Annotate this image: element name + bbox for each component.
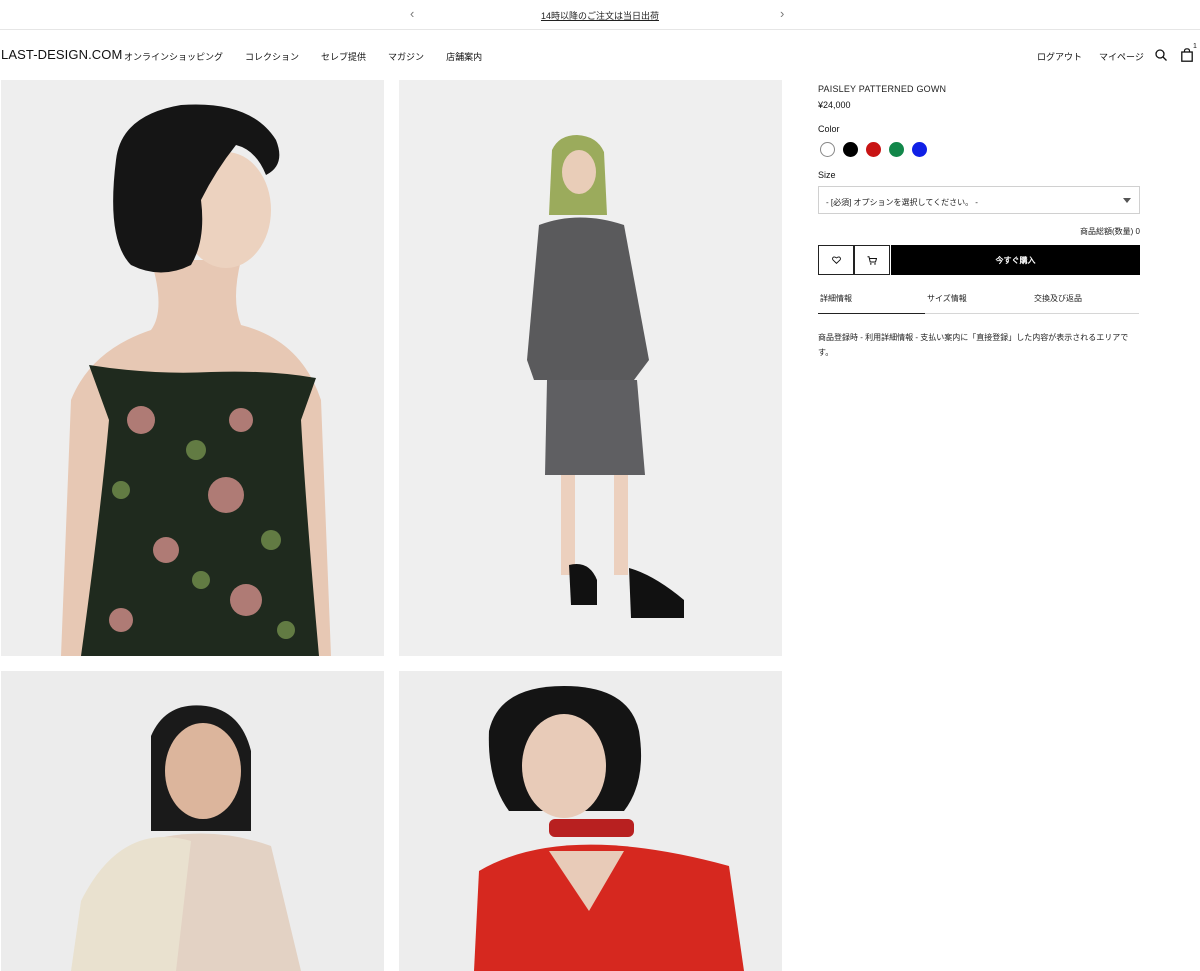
caret-down-icon bbox=[1123, 198, 1131, 203]
size-label: Size bbox=[818, 170, 836, 180]
product-image-4[interactable] bbox=[399, 671, 782, 971]
product-price: ¥24,000 bbox=[818, 100, 851, 110]
nav-item-collection[interactable]: コレクション bbox=[245, 50, 299, 63]
nav-item-online-shopping[interactable]: オンラインショッピング bbox=[124, 50, 223, 63]
product-image-3[interactable] bbox=[1, 671, 384, 971]
cart-count-badge: 1 bbox=[1193, 43, 1197, 50]
product-image-2[interactable] bbox=[399, 80, 782, 656]
chevron-right-icon[interactable]: › bbox=[780, 6, 784, 21]
total-price: 商品総額(数量) 0 bbox=[1080, 227, 1140, 236]
shopping-bag-icon[interactable] bbox=[1181, 48, 1193, 62]
search-icon[interactable] bbox=[1155, 49, 1167, 61]
tab-details[interactable]: 詳細情報 bbox=[818, 290, 925, 314]
purchase-actions: 今すぐ購入 bbox=[818, 245, 1140, 275]
tab-exchange-returns[interactable]: 交換及び返品 bbox=[1032, 290, 1139, 314]
nav-item-stores[interactable]: 店舗案内 bbox=[446, 50, 482, 63]
nav-item-celeb[interactable]: セレブ提供 bbox=[321, 50, 366, 63]
mypage-link[interactable]: マイページ bbox=[1099, 50, 1144, 63]
site-logo[interactable]: LAST-DESIGN.COM bbox=[1, 47, 122, 62]
product-info-tabs: 詳細情報 サイズ情報 交換及び返品 bbox=[818, 290, 1140, 314]
announcement-bar: ‹ 14時以降のご注文は当日出荷 › bbox=[0, 0, 1200, 30]
size-select-value: - [必須] オプションを選択してください。 - bbox=[826, 198, 978, 207]
main-nav: オンラインショッピング コレクション セレブ提供 マガジン 店舗案内 bbox=[124, 50, 504, 63]
color-swatches bbox=[820, 142, 935, 157]
tab-size-info[interactable]: サイズ情報 bbox=[925, 290, 1032, 314]
color-swatch-black[interactable] bbox=[843, 142, 858, 157]
color-swatch-green[interactable] bbox=[889, 142, 904, 157]
color-label: Color bbox=[818, 124, 840, 134]
buy-now-button[interactable]: 今すぐ購入 bbox=[891, 245, 1140, 275]
product-image-1[interactable] bbox=[1, 80, 384, 656]
add-to-cart-button[interactable] bbox=[854, 245, 890, 275]
size-select[interactable]: - [必須] オプションを選択してください。 - bbox=[818, 186, 1140, 214]
color-swatch-blue[interactable] bbox=[912, 142, 927, 157]
announcement-message[interactable]: 14時以降のご注文は当日出荷 bbox=[0, 9, 1200, 22]
wishlist-button[interactable] bbox=[818, 245, 854, 275]
product-name: PAISLEY PATTERNED GOWN bbox=[818, 84, 947, 94]
site-header: LAST-DESIGN.COM オンラインショッピング コレクション セレブ提供… bbox=[0, 30, 1200, 80]
color-swatch-red[interactable] bbox=[866, 142, 881, 157]
color-swatch-white[interactable] bbox=[820, 142, 835, 157]
heart-icon bbox=[831, 256, 841, 264]
cart-icon bbox=[867, 255, 877, 265]
nav-item-magazine[interactable]: マガジン bbox=[388, 50, 424, 63]
product-description: 商品登録時 - 利用詳細情報 - 支払い案内に「直接登録」した内容が表示されるエ… bbox=[818, 333, 1129, 357]
